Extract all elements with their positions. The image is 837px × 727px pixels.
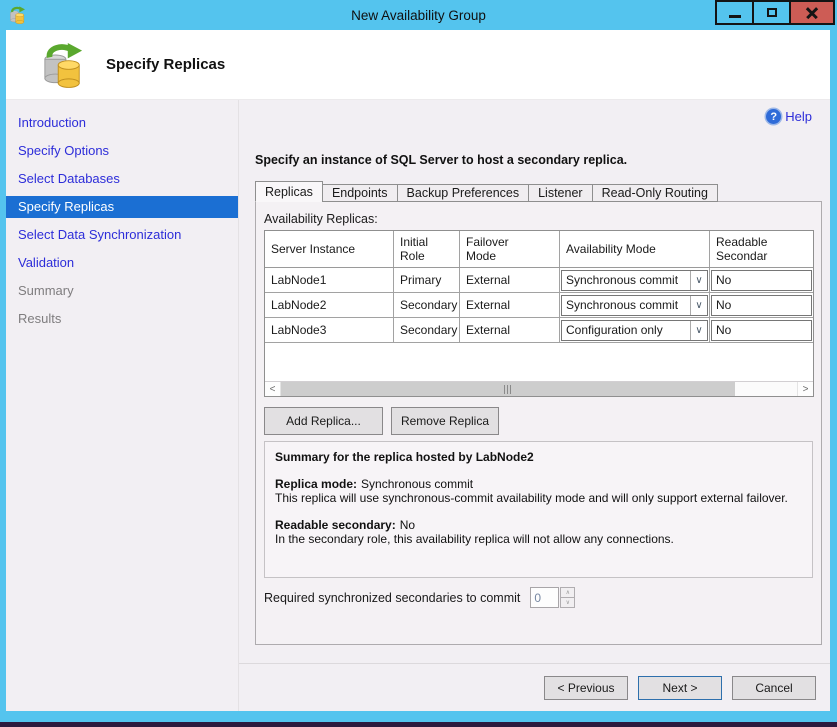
scroll-left-button[interactable] <box>265 382 281 396</box>
availability-replicas-grid: Server Instance Initial Role Failover Mo… <box>264 230 814 397</box>
minimize-icon <box>729 15 741 18</box>
column-header-readable-secondary: Readable Secondar <box>710 231 813 267</box>
readable-secondary-description: In the secondary role, this availability… <box>275 532 802 546</box>
scrollbar-thumb[interactable] <box>281 382 735 396</box>
grid-empty-area <box>265 343 813 381</box>
initial-role-cell[interactable]: Primary <box>394 268 460 292</box>
content-panel: ? Help Specify an instance of SQL Server… <box>238 100 830 711</box>
replica-mode-value: Synchronous commit <box>361 477 473 491</box>
chevron-down-icon[interactable] <box>690 271 707 290</box>
initial-role-cell[interactable]: Secondary <box>394 318 460 342</box>
sidebar-item-select-databases[interactable]: Select Databases <box>6 168 238 190</box>
page-title: Specify Replicas <box>106 56 225 73</box>
replica-mode-description: This replica will use synchronous-commit… <box>275 491 802 505</box>
availability-mode-select[interactable]: Configuration only <box>561 320 708 341</box>
availability-mode-cell: Synchronous commit <box>560 268 710 292</box>
availability-mode-select[interactable]: Synchronous commit <box>561 295 708 316</box>
replicas-database-icon <box>42 42 84 88</box>
summary-title: Summary for the replica hosted by LabNod… <box>275 450 802 464</box>
sidebar: Introduction Specify Options Select Data… <box>6 100 238 711</box>
column-header-initial-role: Initial Role <box>394 231 460 267</box>
failover-mode-cell[interactable]: External <box>460 293 560 317</box>
table-row[interactable]: LabNode2 Secondary External Synchronous … <box>265 293 813 318</box>
readable-secondary-label: Readable secondary: <box>275 518 396 532</box>
maximize-icon <box>767 8 777 17</box>
grid-header-row: Server Instance Initial Role Failover Mo… <box>265 231 813 268</box>
minimize-button[interactable] <box>715 0 754 25</box>
sidebar-item-specify-replicas[interactable]: Specify Replicas <box>6 196 238 218</box>
remove-replica-button[interactable]: Remove Replica <box>391 407 499 435</box>
window-bottom-edge <box>0 722 837 727</box>
close-button[interactable] <box>789 0 835 25</box>
sidebar-item-introduction[interactable]: Introduction <box>6 112 238 134</box>
next-button[interactable]: Next > <box>638 676 722 700</box>
chevron-down-icon[interactable] <box>690 296 707 315</box>
help-button[interactable]: ? Help <box>766 109 812 124</box>
replica-mode-label: Replica mode: <box>275 477 357 491</box>
sidebar-item-results: Results <box>6 308 238 330</box>
instruction-text: Specify an instance of SQL Server to hos… <box>255 153 830 167</box>
spinner-down-button[interactable] <box>560 597 575 608</box>
column-header-failover-mode: Failover Mode <box>460 231 560 267</box>
scrollbar-grip-icon <box>504 385 512 394</box>
sidebar-item-specify-options[interactable]: Specify Options <box>6 140 238 162</box>
summary-panel: Summary for the replica hosted by LabNod… <box>264 441 813 578</box>
previous-button[interactable]: < Previous <box>544 676 628 700</box>
wizard-dialog: Specify Replicas Introduction Specify Op… <box>6 30 830 711</box>
readable-secondary-select[interactable]: No <box>711 320 812 341</box>
initial-role-cell[interactable]: Secondary <box>394 293 460 317</box>
scrollbar-track[interactable] <box>281 382 797 396</box>
horizontal-scrollbar[interactable] <box>265 381 813 396</box>
tab-endpoints[interactable]: Endpoints <box>322 184 398 202</box>
help-icon: ? <box>766 109 781 124</box>
sidebar-item-select-data-synchronization[interactable]: Select Data Synchronization <box>6 224 238 246</box>
readable-secondary-select[interactable]: No <box>711 270 812 291</box>
column-header-server-instance: Server Instance <box>265 231 394 267</box>
cancel-button[interactable]: Cancel <box>732 676 816 700</box>
failover-mode-cell[interactable]: External <box>460 268 560 292</box>
chevron-down-icon[interactable] <box>690 321 707 340</box>
titlebar: New Availability Group <box>0 0 837 30</box>
readable-secondary-cell: No <box>710 293 813 317</box>
scroll-right-button[interactable] <box>797 382 813 396</box>
sidebar-item-summary: Summary <box>6 280 238 302</box>
replicas-tab-page: Availability Replicas: Server Instance I… <box>255 201 822 645</box>
table-row[interactable]: LabNode3 Secondary External Configuratio… <box>265 318 813 343</box>
tab-listener[interactable]: Listener <box>528 184 592 202</box>
window-frame: New Availability Group Specify Replicas <box>0 0 837 727</box>
tab-read-only-routing[interactable]: Read-Only Routing <box>592 184 718 202</box>
commit-secondaries-label: Required synchronized secondaries to com… <box>264 591 520 605</box>
readable-secondary-select[interactable]: No <box>711 295 812 316</box>
commit-spinner[interactable]: 0 <box>530 587 575 608</box>
availability-mode-select[interactable]: Synchronous commit <box>561 270 708 291</box>
server-instance-cell[interactable]: LabNode2 <box>265 293 394 317</box>
help-label: Help <box>785 109 812 124</box>
tab-strip: Replicas Endpoints Backup Preferences Li… <box>255 181 830 202</box>
wizard-footer: < Previous Next > Cancel <box>239 663 830 711</box>
window-title: New Availability Group <box>0 8 837 23</box>
add-replica-button[interactable]: Add Replica... <box>264 407 383 435</box>
wizard-header: Specify Replicas <box>6 30 830 100</box>
sidebar-item-validation[interactable]: Validation <box>6 252 238 274</box>
server-instance-cell[interactable]: LabNode3 <box>265 318 394 342</box>
readable-secondary-cell: No <box>710 268 813 292</box>
maximize-button[interactable] <box>752 0 791 25</box>
availability-replicas-label: Availability Replicas: <box>264 212 813 226</box>
failover-mode-cell[interactable]: External <box>460 318 560 342</box>
tab-replicas[interactable]: Replicas <box>255 181 323 202</box>
column-header-availability-mode: Availability Mode <box>560 231 710 267</box>
commit-spinner-value[interactable]: 0 <box>530 587 559 608</box>
server-instance-cell[interactable]: LabNode1 <box>265 268 394 292</box>
readable-secondary-value: No <box>400 518 415 532</box>
tab-backup-preferences[interactable]: Backup Preferences <box>397 184 530 202</box>
table-row[interactable]: LabNode1 Primary External Synchronous co… <box>265 268 813 293</box>
availability-mode-cell: Synchronous commit <box>560 293 710 317</box>
availability-mode-cell: Configuration only <box>560 318 710 342</box>
readable-secondary-cell: No <box>710 318 813 342</box>
